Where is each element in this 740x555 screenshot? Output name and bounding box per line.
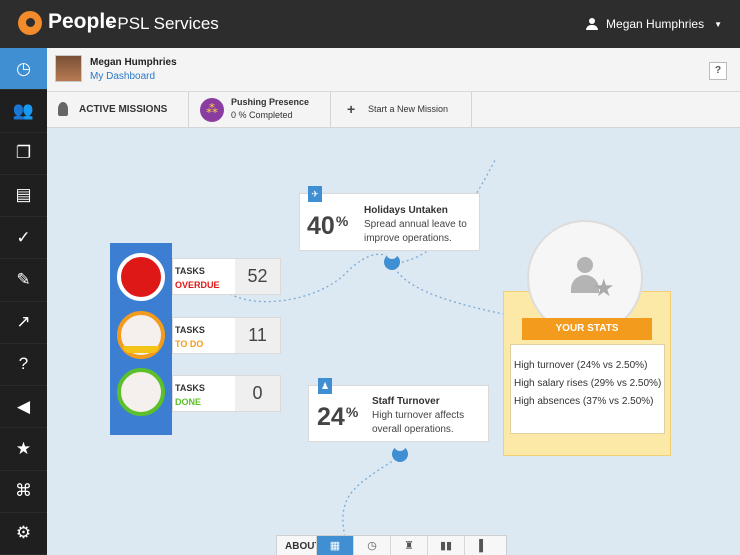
map-pin-icon <box>384 253 400 270</box>
about-tab-clock[interactable]: ◷ <box>353 536 390 555</box>
task-card-label: TASKS DONE <box>175 383 205 407</box>
overdue-task-count: 52 <box>235 259 280 294</box>
grid-icon: ▦ <box>329 540 341 552</box>
person-icon: ▌ <box>479 540 487 552</box>
task-status-rail <box>110 243 172 435</box>
about-toolbar: ABOUT ▦ ◷ ♜ ▮▮ ▌ <box>276 535 507 555</box>
star-icon: ★ <box>593 275 615 302</box>
airplane-icon: ✈ <box>308 186 322 202</box>
holidays-untaken-card[interactable]: ✈ 40% Holidays Untaken Spread annual lea… <box>299 186 480 251</box>
holidays-title: Holidays Untaken <box>364 205 448 216</box>
stats-item: High salary rises (29% vs 2.50%) <box>514 378 662 389</box>
people-icon: ▮▮ <box>439 540 453 552</box>
about-tab-grid[interactable]: ▦ <box>316 536 353 555</box>
tower-icon: ♜ <box>404 540 414 552</box>
overdue-task-card[interactable]: TASKS OVERDUE 52 <box>172 258 281 295</box>
overdue-status-dot <box>117 253 165 301</box>
turnover-title: Staff Turnover <box>372 396 440 407</box>
stats-list: High turnover (24% vs 2.50%) High salary… <box>510 344 665 434</box>
about-tab-people[interactable]: ▮▮ <box>427 536 464 555</box>
done-task-count: 0 <box>235 376 280 411</box>
todo-task-count: 11 <box>235 318 280 353</box>
stats-item: High turnover (24% vs 2.50%) <box>514 360 648 371</box>
stats-item: High absences (37% vs 2.50%) <box>514 396 654 407</box>
done-status-dot <box>117 368 165 416</box>
todo-task-card[interactable]: TASKS TO DO 11 <box>172 317 281 354</box>
turnover-description: High turnover affects overall operations… <box>372 410 465 435</box>
about-tab-person[interactable]: ▌ <box>464 536 501 555</box>
your-stats-title: YOUR STATS <box>522 318 652 340</box>
map-pin-icon <box>392 445 408 462</box>
holidays-description: Spread annual leave to improve operation… <box>364 219 467 244</box>
about-tab-tower[interactable]: ♜ <box>390 536 427 555</box>
done-task-card[interactable]: TASKS DONE 0 <box>172 375 281 412</box>
task-card-label: TASKS OVERDUE <box>175 266 220 290</box>
turnover-percent: 24% <box>317 403 359 431</box>
task-card-label: TASKS TO DO <box>175 325 205 349</box>
people-icon: ♟ <box>318 378 332 394</box>
holidays-percent: 40% <box>307 212 349 240</box>
clock-icon: ◷ <box>367 540 377 552</box>
staff-turnover-card[interactable]: ♟ 24% Staff Turnover High turnover affec… <box>308 378 489 442</box>
todo-status-dot <box>117 311 165 359</box>
